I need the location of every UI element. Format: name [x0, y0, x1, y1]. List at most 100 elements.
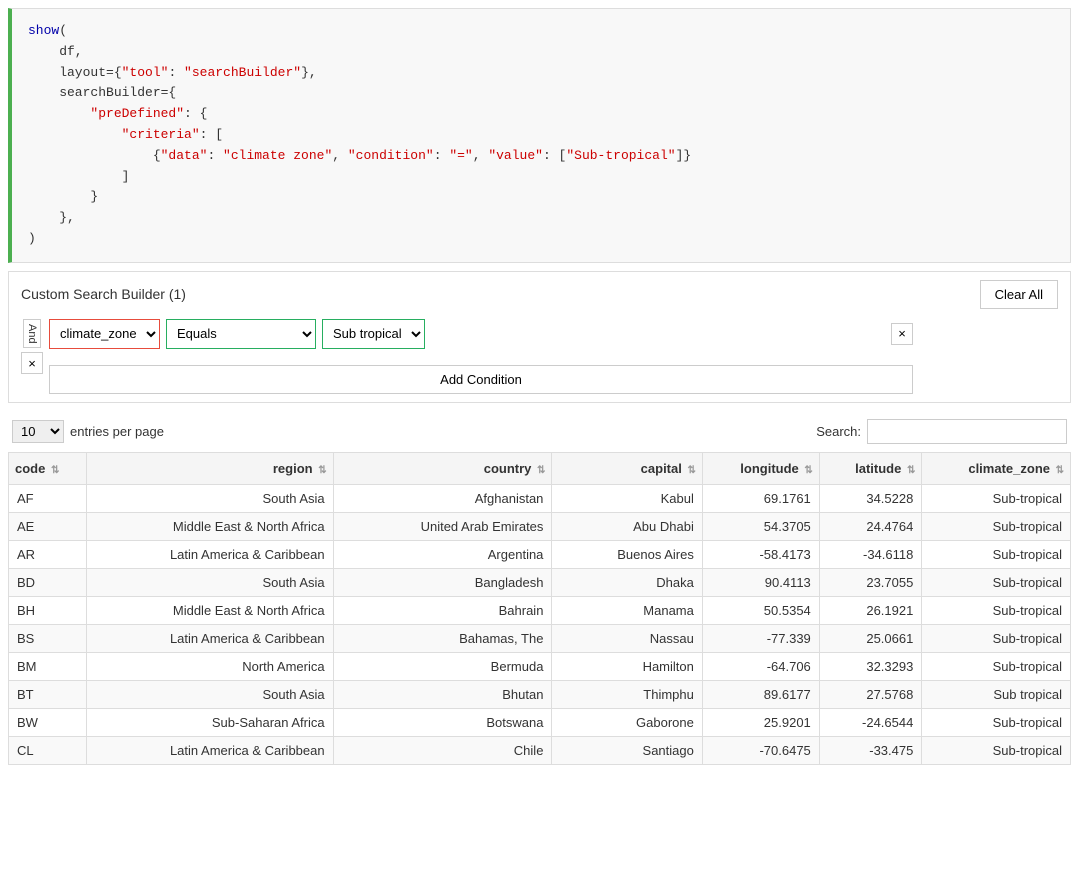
table-row: AEMiddle East & North AfricaUnited Arab … [9, 512, 1071, 540]
cell-region: Latin America & Caribbean [87, 624, 333, 652]
table-header: code ⇅ region ⇅ country ⇅ capital ⇅ long… [9, 452, 1071, 484]
cell-longitude: -70.6475 [702, 736, 819, 764]
entries-per-page-select[interactable]: 10 25 50 100 [12, 420, 64, 443]
th-climate-zone[interactable]: climate_zone ⇅ [922, 452, 1071, 484]
cell-latitude: -34.6118 [819, 540, 922, 568]
cell-latitude: -24.6544 [819, 708, 922, 736]
cell-climate_zone: Sub-tropical [922, 708, 1071, 736]
value-select[interactable]: Sub tropical Tropical Arid Temperate Con… [322, 319, 425, 349]
th-longitude[interactable]: longitude ⇅ [702, 452, 819, 484]
clear-all-button[interactable]: Clear All [980, 280, 1058, 309]
entries-control: 10 25 50 100 entries per page [12, 420, 164, 443]
cell-climate_zone: Sub-tropical [922, 568, 1071, 596]
table-row: BDSouth AsiaBangladeshDhaka90.411323.705… [9, 568, 1071, 596]
code-line-7: {"data": "climate zone", "condition": "=… [28, 146, 1054, 167]
cell-longitude: 50.5354 [702, 596, 819, 624]
cell-capital: Dhaka [552, 568, 702, 596]
cell-region: Latin America & Caribbean [87, 736, 333, 764]
table-row: BHMiddle East & North AfricaBahrainManam… [9, 596, 1071, 624]
cell-longitude: 54.3705 [702, 512, 819, 540]
cell-region: South Asia [87, 568, 333, 596]
th-country[interactable]: country ⇅ [333, 452, 552, 484]
cell-region: Middle East & North Africa [87, 596, 333, 624]
cell-longitude: 90.4113 [702, 568, 819, 596]
cell-latitude: 32.3293 [819, 652, 922, 680]
cell-region: South Asia [87, 680, 333, 708]
code-line-11: ) [28, 229, 1054, 250]
cell-longitude: -64.706 [702, 652, 819, 680]
table-row: BMNorth AmericaBermudaHamilton-64.70632.… [9, 652, 1071, 680]
cell-region: North America [87, 652, 333, 680]
cell-longitude: -58.4173 [702, 540, 819, 568]
code-line-1: show( [28, 21, 1054, 42]
cell-climate_zone: Sub tropical [922, 680, 1071, 708]
cell-code: BS [9, 624, 87, 652]
search-control: Search: [816, 419, 1067, 444]
cell-country: Botswana [333, 708, 552, 736]
cell-capital: Gaborone [552, 708, 702, 736]
cell-capital: Thimphu [552, 680, 702, 708]
cell-capital: Buenos Aires [552, 540, 702, 568]
cell-climate_zone: Sub-tropical [922, 736, 1071, 764]
remove-condition-button[interactable]: × [891, 323, 913, 345]
table-row: ARLatin America & CaribbeanArgentinaBuen… [9, 540, 1071, 568]
condition-row: climate_zone region country capital long… [49, 319, 913, 349]
cell-latitude: 25.0661 [819, 624, 922, 652]
cell-climate_zone: Sub-tropical [922, 624, 1071, 652]
search-builder-title: Custom Search Builder (1) [21, 286, 186, 302]
th-code[interactable]: code ⇅ [9, 452, 87, 484]
cell-country: Bahrain [333, 596, 552, 624]
add-condition-button[interactable]: Add Condition [49, 365, 913, 394]
code-line-8: ] [28, 167, 1054, 188]
cell-longitude: 25.9201 [702, 708, 819, 736]
cell-country: Afghanistan [333, 484, 552, 512]
cell-climate_zone: Sub-tropical [922, 652, 1071, 680]
cell-code: BW [9, 708, 87, 736]
cell-code: BT [9, 680, 87, 708]
cell-climate_zone: Sub-tropical [922, 512, 1071, 540]
cell-climate_zone: Sub-tropical [922, 484, 1071, 512]
cell-code: BM [9, 652, 87, 680]
group-logic-wrapper: And × [21, 319, 43, 375]
cell-code: AF [9, 484, 87, 512]
cell-latitude: 26.1921 [819, 596, 922, 624]
cell-code: BD [9, 568, 87, 596]
cell-capital: Hamilton [552, 652, 702, 680]
cell-longitude: 89.6177 [702, 680, 819, 708]
code-block: show( df, layout={"tool": "searchBuilder… [8, 8, 1071, 263]
remove-group-button[interactable]: × [21, 352, 43, 374]
cell-region: Latin America & Caribbean [87, 540, 333, 568]
data-table: code ⇅ region ⇅ country ⇅ capital ⇅ long… [8, 452, 1071, 765]
cell-latitude: 23.7055 [819, 568, 922, 596]
th-region[interactable]: region ⇅ [87, 452, 333, 484]
cell-country: Bangladesh [333, 568, 552, 596]
cell-capital: Nassau [552, 624, 702, 652]
table-body: AFSouth AsiaAfghanistanKabul69.176134.52… [9, 484, 1071, 764]
cell-latitude: 34.5228 [819, 484, 922, 512]
cell-climate_zone: Sub-tropical [922, 596, 1071, 624]
cell-country: Bhutan [333, 680, 552, 708]
th-latitude[interactable]: latitude ⇅ [819, 452, 922, 484]
cell-latitude: 24.4764 [819, 512, 922, 540]
cell-country: Argentina [333, 540, 552, 568]
table-row: CLLatin America & CaribbeanChileSantiago… [9, 736, 1071, 764]
cell-capital: Manama [552, 596, 702, 624]
cell-code: CL [9, 736, 87, 764]
search-builder-header: Custom Search Builder (1) Clear All [21, 280, 1058, 309]
cell-longitude: -77.339 [702, 624, 819, 652]
code-line-5: "preDefined": { [28, 104, 1054, 125]
cell-climate_zone: Sub-tropical [922, 540, 1071, 568]
search-input[interactable] [867, 419, 1067, 444]
operator-select[interactable]: Equals Not Equals Contains Starts With E… [166, 319, 316, 349]
code-line-10: }, [28, 208, 1054, 229]
th-capital[interactable]: capital ⇅ [552, 452, 702, 484]
entries-label: entries per page [70, 424, 164, 439]
and-label: And [23, 319, 41, 349]
field-select[interactable]: climate_zone region country capital long… [49, 319, 160, 349]
cell-latitude: -33.475 [819, 736, 922, 764]
code-line-2: df, [28, 42, 1054, 63]
cell-capital: Abu Dhabi [552, 512, 702, 540]
cell-code: BH [9, 596, 87, 624]
table-controls: 10 25 50 100 entries per page Search: [0, 411, 1079, 452]
cell-code: AE [9, 512, 87, 540]
